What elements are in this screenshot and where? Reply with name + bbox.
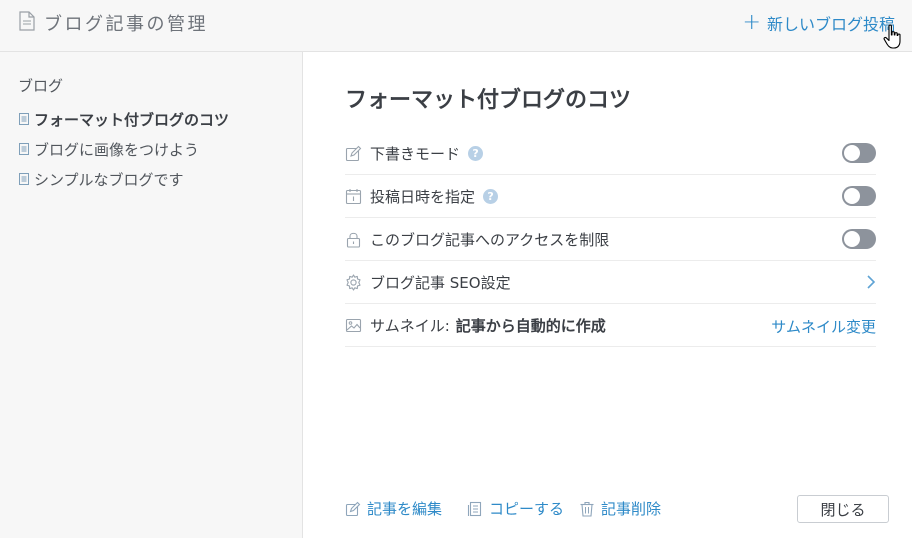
sidebar: ブログ フォーマット付ブログのコツ ブログに画像をつけよう シンプルなブログです	[0, 52, 303, 538]
edit-post-label: 記事を編集	[367, 500, 443, 518]
delete-post-button[interactable]: 記事削除	[579, 498, 661, 519]
copy-post-button[interactable]: コピーする	[467, 498, 564, 519]
change-thumbnail-link[interactable]: サムネイル変更	[771, 316, 876, 337]
post-detail-panel: フォーマット付ブログのコツ 下書きモード ? 投稿日時を指定 ? このブログ記事…	[304, 52, 912, 538]
pencil-icon	[345, 501, 361, 516]
header-bar: ブログ記事の管理 + 新しいブログ投稿	[0, 0, 912, 52]
seo-settings-row[interactable]: ブログ記事 SEO設定	[345, 261, 876, 304]
gear-icon	[346, 273, 361, 291]
new-post-button[interactable]: + 新しいブログ投稿	[743, 11, 895, 35]
hand-pointer-icon	[883, 24, 901, 49]
restrict-access-label: このブログ記事へのアクセスを制限	[370, 230, 610, 249]
help-icon[interactable]: ?	[483, 188, 499, 204]
draft-mode-toggle[interactable]	[842, 143, 876, 163]
thumbnail-value: 記事から自動的に作成	[455, 316, 606, 335]
draft-mode-label: 下書きモード	[370, 144, 461, 163]
thumbnail-label: サムネイル:	[370, 316, 450, 335]
page-title: ブログ記事の管理	[44, 14, 208, 35]
help-icon[interactable]: ?	[468, 145, 484, 161]
close-button[interactable]: 閉じる	[797, 495, 889, 523]
page-icon	[19, 173, 29, 185]
pencil-icon	[345, 145, 362, 161]
page-icon	[19, 143, 29, 155]
toggle-knob	[844, 231, 860, 247]
sidebar-item-simple-blog[interactable]: シンプルなブログです	[19, 164, 302, 194]
copy-icon	[467, 501, 482, 516]
lock-icon	[346, 232, 361, 248]
restrict-access-row: このブログ記事へのアクセスを制限	[345, 218, 876, 261]
plus-icon: +	[742, 10, 761, 35]
chevron-right-icon[interactable]	[866, 274, 876, 290]
toggle-knob	[844, 145, 860, 161]
schedule-row: 投稿日時を指定 ?	[345, 175, 876, 218]
sidebar-item-label: フォーマット付ブログのコツ	[34, 110, 230, 129]
toggle-knob	[844, 188, 860, 204]
draft-mode-row: 下書きモード ?	[345, 132, 876, 175]
document-icon	[19, 11, 35, 31]
schedule-toggle[interactable]	[842, 186, 876, 206]
copy-post-label: コピーする	[489, 500, 565, 518]
sidebar-item-add-images[interactable]: ブログに画像をつけよう	[19, 134, 302, 164]
sidebar-item-label: シンプルなブログです	[34, 170, 184, 189]
thumbnail-row: サムネイル: 記事から自動的に作成 サムネイル変更	[345, 304, 876, 347]
edit-post-button[interactable]: 記事を編集	[345, 498, 442, 519]
post-title: フォーマット付ブログのコツ	[345, 88, 632, 113]
seo-settings-label: ブログ記事 SEO設定	[370, 273, 511, 292]
new-post-label: 新しいブログ投稿	[766, 15, 895, 34]
schedule-label: 投稿日時を指定	[370, 187, 476, 206]
sidebar-item-label: ブログに画像をつけよう	[34, 140, 200, 159]
restrict-access-toggle[interactable]	[842, 229, 876, 249]
page-icon	[19, 113, 29, 125]
calendar-icon	[345, 188, 362, 204]
trash-icon	[580, 501, 594, 517]
sidebar-root-label[interactable]: ブログ	[18, 76, 302, 104]
sidebar-item-formatted-blog-tips[interactable]: フォーマット付ブログのコツ	[19, 104, 302, 134]
delete-post-label: 記事削除	[601, 500, 662, 518]
image-icon	[345, 318, 362, 332]
